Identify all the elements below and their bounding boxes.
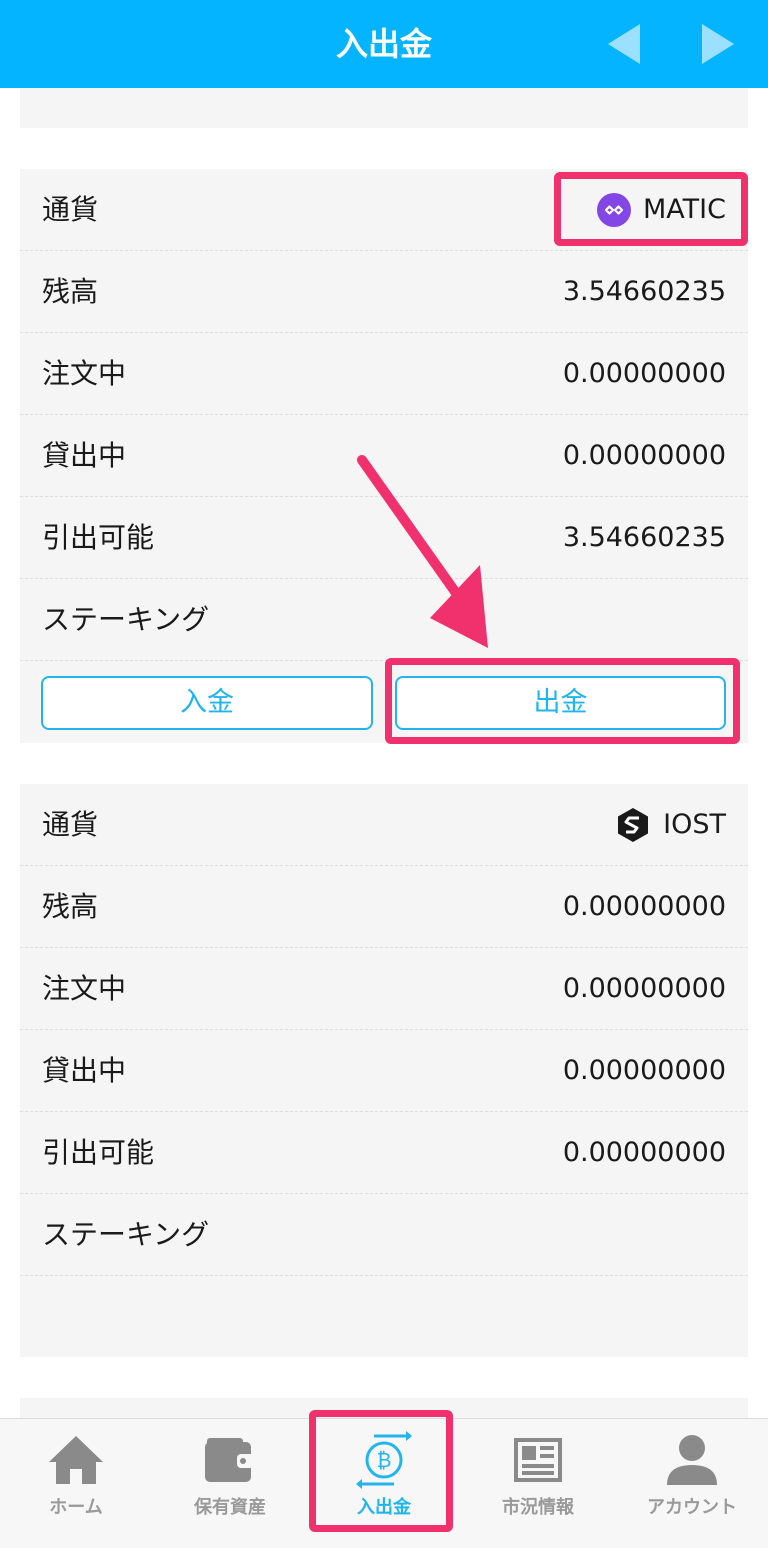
withdrawable-value: 3.54660235 (562, 522, 726, 553)
balance-value: 0.00000000 (562, 891, 726, 922)
currency-label: 通貨 (42, 193, 99, 226)
tab-holdings[interactable]: 保有資産 (154, 1419, 306, 1548)
currency-row: 通貨 MATIC (20, 169, 748, 251)
in-order-label: 注文中 (42, 357, 127, 390)
tab-market[interactable]: 市況情報 (462, 1419, 614, 1548)
currency-label: 通貨 (42, 808, 99, 841)
matic-icon (597, 193, 632, 227)
staking-label: ステーキング (42, 1218, 210, 1251)
withdrawable-label: 引出可能 (42, 1136, 155, 1169)
tab-label: 保有資産 (194, 1497, 266, 1518)
home-icon (0, 1431, 152, 1489)
withdraw-button[interactable]: 出金 (395, 676, 726, 730)
withdrawable-label: 引出可能 (42, 521, 155, 554)
balance-value: 3.54660235 (562, 276, 726, 307)
balance-label: 残高 (42, 890, 99, 923)
staking-label: ステーキング (42, 603, 210, 636)
balance-row: 残高 3.54660235 (20, 251, 748, 333)
deposit-withdraw-screen: 入出金 通貨 MATIC 残高 3.54660235 注文中 0.0000000… (0, 0, 768, 1548)
currency-card-iost: 通貨 IOST 残高 0.00000000 注文中 0.00000000 貸出中… (20, 784, 748, 1357)
bitcoin-transfer-icon: ₿ (308, 1431, 460, 1489)
lending-label: 貸出中 (42, 1054, 127, 1087)
tab-label: ホーム (49, 1497, 103, 1518)
svg-text:₿: ₿ (377, 1448, 392, 1472)
balance-label: 残高 (42, 275, 99, 308)
previous-currency-card (20, 88, 748, 128)
balance-row: 残高 0.00000000 (20, 866, 748, 948)
withdrawable-value: 0.00000000 (562, 1137, 726, 1168)
withdrawable-row: 引出可能 0.00000000 (20, 1112, 748, 1194)
currency-name: MATIC (643, 194, 726, 225)
tab-account[interactable]: アカウント (616, 1419, 768, 1548)
page-title: 入出金 (335, 25, 432, 63)
bottom-tab-bar: ホーム 保有資産 ₿ 入出金 市況情報 アカウント (0, 1418, 768, 1548)
in-order-value: 0.00000000 (562, 358, 726, 389)
deposit-button[interactable]: 入金 (41, 676, 373, 730)
iost-icon (615, 806, 651, 844)
tab-home[interactable]: ホーム (0, 1419, 152, 1548)
currency-name: IOST (663, 809, 726, 840)
staking-row: ステーキング (20, 1194, 748, 1276)
lending-row: 貸出中 0.00000000 (20, 1030, 748, 1112)
chevron-left-icon[interactable] (608, 24, 640, 64)
lending-value: 0.00000000 (562, 1055, 726, 1086)
currency-selector[interactable]: MATIC (597, 169, 726, 251)
action-buttons: 入金 出金 (20, 661, 748, 745)
tab-label: 入出金 (357, 1497, 411, 1518)
in-order-row: 注文中 0.00000000 (20, 948, 748, 1030)
in-order-value: 0.00000000 (562, 973, 726, 1004)
currency-selector[interactable]: IOST (615, 784, 726, 866)
wallet-icon (154, 1431, 306, 1489)
app-header: 入出金 (0, 0, 768, 88)
news-icon (462, 1431, 614, 1489)
in-order-row: 注文中 0.00000000 (20, 333, 748, 415)
tab-label: 市況情報 (502, 1497, 574, 1518)
pointer-arrow-icon (357, 455, 488, 648)
chevron-right-icon[interactable] (702, 24, 734, 64)
account-icon (616, 1431, 768, 1489)
lending-value: 0.00000000 (562, 440, 726, 471)
in-order-label: 注文中 (42, 972, 127, 1005)
tab-label: アカウント (647, 1497, 737, 1518)
lending-label: 貸出中 (42, 439, 127, 472)
currency-row: 通貨 IOST (20, 784, 748, 866)
tab-deposit-withdraw[interactable]: ₿ 入出金 (308, 1419, 460, 1548)
